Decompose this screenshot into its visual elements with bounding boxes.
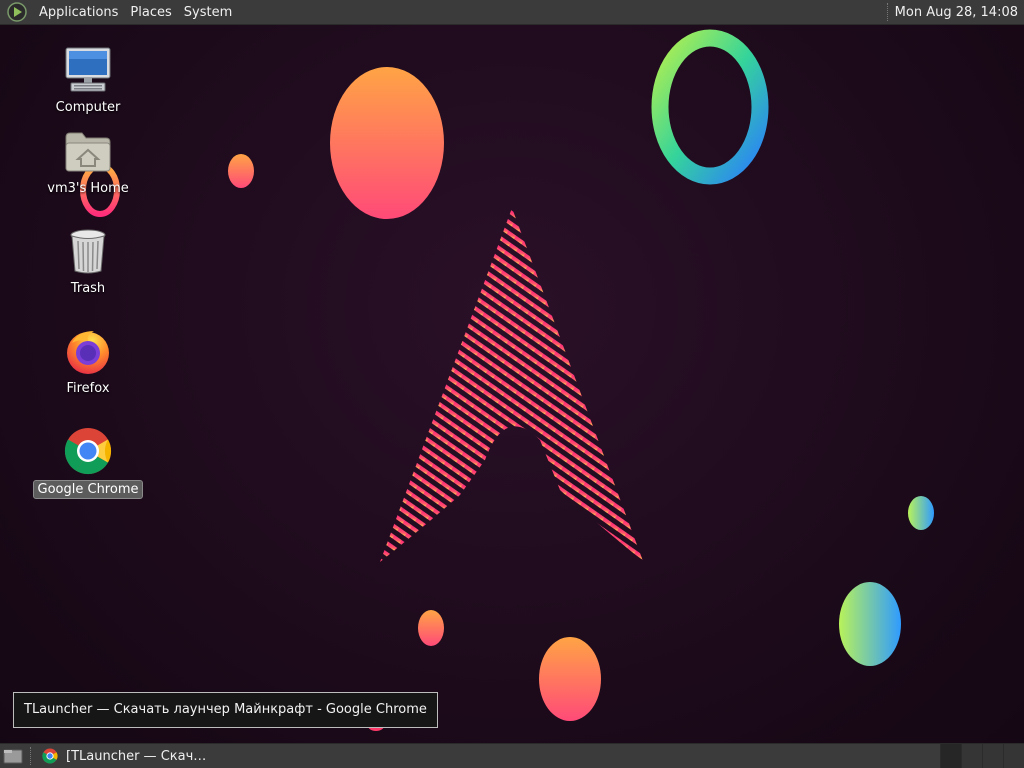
workspace-1[interactable] — [940, 743, 961, 768]
desktop-icon-label: Firefox — [66, 381, 110, 396]
wallpaper-art — [0, 0, 1024, 768]
places-menu[interactable]: Places — [124, 0, 177, 25]
applications-menu[interactable]: Applications — [33, 0, 124, 25]
desktop-icon-firefox[interactable]: Firefox — [33, 325, 143, 397]
desktop-icon-label: Computer — [55, 100, 121, 115]
desktop-icon-chrome[interactable]: Google Chrome — [32, 425, 144, 499]
home-folder-icon — [65, 132, 111, 172]
system-menu[interactable]: System — [178, 0, 238, 25]
panel-separator — [30, 747, 32, 765]
taskbar-item-tlauncher[interactable]: [TLauncher — Скач… — [38, 744, 210, 768]
computer-icon — [65, 47, 111, 92]
desktop-icon-trash[interactable]: Trash — [33, 225, 143, 297]
desktop-icon-label: Trash — [70, 281, 106, 296]
desktop-wallpaper — [0, 0, 1024, 768]
desktop-icon-home[interactable]: vm3's Home — [33, 125, 143, 197]
clock[interactable]: Mon Aug 28, 14:08 — [895, 5, 1024, 20]
menu-logo-icon[interactable] — [7, 2, 27, 22]
workspace-2[interactable] — [961, 743, 982, 768]
window-tooltip: TLauncher — Скачать лаунчер Майнкрафт - … — [13, 692, 438, 728]
bottom-panel: [TLauncher — Скач… — [0, 743, 1024, 768]
workspace-3[interactable] — [982, 743, 1003, 768]
desktop-icon-label: Google Chrome — [32, 480, 144, 499]
workspace-switcher — [940, 743, 1024, 768]
workspace-4[interactable] — [1003, 743, 1024, 768]
desktop-icon-computer[interactable]: Computer — [33, 44, 143, 116]
top-panel: Applications Places System Mon Aug 28, 1… — [0, 0, 1024, 25]
firefox-icon — [67, 331, 109, 374]
taskbar-item-label: [TLauncher — Скач… — [66, 748, 207, 764]
show-desktop-icon[interactable] — [2, 747, 24, 765]
panel-separator — [886, 3, 889, 21]
trash-icon — [70, 229, 106, 274]
desktop-icon-label: vm3's Home — [47, 181, 129, 196]
chrome-icon — [42, 748, 58, 764]
chrome-icon — [64, 428, 112, 475]
